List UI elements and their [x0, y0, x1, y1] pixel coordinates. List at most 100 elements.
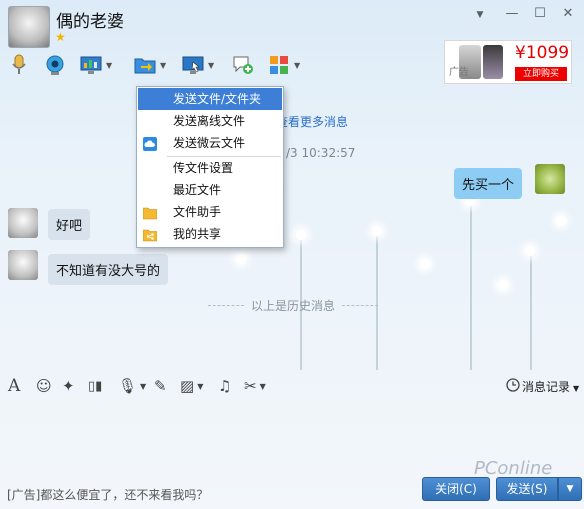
- message-bubble[interactable]: 不知道有没大号的: [48, 254, 169, 285]
- menu-item-label: 传文件设置: [173, 161, 234, 175]
- folder-icon: [142, 205, 158, 220]
- chat-add-icon: [232, 54, 254, 76]
- menu-item-label: 发送离线文件: [173, 114, 246, 128]
- flower-decoration: [498, 280, 508, 290]
- chevron-down-icon: ▼: [140, 381, 147, 391]
- minimize-icon: —: [505, 6, 519, 21]
- menu-item-send-file-folder[interactable]: 发送文件/文件夹: [138, 88, 282, 110]
- image-button[interactable]: ▨ ▼: [180, 376, 203, 396]
- message-record-label: 消息记录: [522, 380, 571, 394]
- chat-toolbar: [0, 50, 440, 80]
- close-button[interactable]: 关闭(C): [422, 477, 490, 501]
- contact-message-avatar[interactable]: [8, 208, 38, 238]
- menu-item-send-offline-file[interactable]: 发送离线文件: [138, 110, 282, 132]
- contact-name[interactable]: 偶的老婆: [56, 7, 124, 32]
- send-file-button[interactable]: ▼: [134, 52, 166, 78]
- menu-item-label: 发送文件/文件夹: [173, 92, 262, 106]
- skin-dropdown-button[interactable]: ▼: [470, 6, 490, 22]
- music-button[interactable]: ♫: [218, 376, 231, 396]
- message-bubble[interactable]: 好吧: [48, 209, 91, 240]
- image-icon: ▨: [180, 377, 195, 395]
- chevron-down-icon: ▼: [208, 60, 215, 70]
- footer-ad-link[interactable]: [广告]都这么便宜了，还不来看我吗？: [7, 486, 208, 503]
- microphone-icon: [8, 54, 30, 76]
- view-more-messages-link[interactable]: 查看更多消息: [276, 113, 348, 130]
- send-file-menu: 发送文件/文件夹 发送离线文件 发送微云文件 传文件设置 最近文件 文件助手 我…: [136, 86, 284, 248]
- watermark: PConline: [474, 458, 553, 479]
- ad-phone-image: [483, 45, 503, 79]
- screenshot-edit-button[interactable]: ✎: [154, 376, 167, 396]
- menu-item-file-assistant[interactable]: 文件助手: [138, 201, 282, 223]
- edit-icon: ✎: [154, 377, 167, 395]
- film-icon: ▯▮: [88, 378, 103, 394]
- folder-arrow-icon: [134, 54, 156, 76]
- menu-item-recent-files[interactable]: 最近文件: [138, 179, 282, 201]
- star-icon[interactable]: ★: [55, 30, 66, 44]
- chevron-down-icon: ▼: [566, 484, 574, 494]
- menu-item-send-weiyun-file[interactable]: 发送微云文件: [138, 132, 282, 154]
- ad-price: ¥1099: [515, 43, 570, 63]
- menu-item-file-settings[interactable]: 传文件设置: [138, 157, 282, 179]
- remote-desktop-button[interactable]: ▼: [80, 52, 112, 78]
- ad-banner[interactable]: 广告 ¥1099 立即购买: [444, 40, 572, 84]
- scissors-icon: ✂: [244, 377, 257, 395]
- chevron-down-icon: ▼: [106, 60, 113, 70]
- shake-icon: ✦: [62, 377, 75, 395]
- my-avatar[interactable]: [535, 164, 565, 194]
- message-bubble[interactable]: 先买一个: [454, 168, 523, 199]
- smiley-icon: ☺: [36, 377, 52, 395]
- clock-icon[interactable]: [506, 378, 520, 395]
- flower-decoration: [296, 230, 306, 240]
- flower-decoration: [236, 254, 246, 264]
- share-folder-icon: [142, 227, 158, 242]
- flower-stem: [470, 204, 472, 370]
- create-discussion-button[interactable]: [232, 52, 254, 78]
- emoji-button[interactable]: ☺: [36, 376, 52, 396]
- flower-decoration: [556, 216, 566, 226]
- font-button[interactable]: A: [8, 376, 20, 396]
- chat-history[interactable]: 查看更多消息 /3 10:32:57 先买一个 好吧 不知道有没大号的 以上是历…: [0, 84, 584, 370]
- voice-message-button[interactable]: 🎙 ▼: [118, 376, 146, 396]
- ad-tag: 广告: [449, 67, 469, 78]
- close-icon: ✕: [562, 6, 574, 21]
- chevron-down-icon: ▼: [573, 384, 580, 393]
- history-divider: 以上是历史消息: [208, 297, 378, 314]
- video-call-button[interactable]: [44, 52, 66, 78]
- contact-avatar[interactable]: [8, 6, 50, 48]
- screen-share-button[interactable]: ▼: [182, 52, 214, 78]
- send-options-button[interactable]: ▼: [558, 477, 582, 501]
- menu-item-label: 我的共享: [173, 227, 222, 241]
- menu-item-label: 发送微云文件: [173, 136, 246, 150]
- message-record-button[interactable]: 消息记录 ▼: [522, 378, 579, 395]
- flower-decoration: [420, 259, 430, 269]
- flower-decoration: [525, 246, 535, 256]
- close-window-button[interactable]: ✕: [558, 6, 578, 22]
- font-icon: A: [8, 376, 21, 396]
- chevron-down-icon: ▼: [476, 10, 484, 20]
- maximize-button[interactable]: ☐: [530, 6, 550, 22]
- cloud-icon: [143, 136, 157, 151]
- music-note-icon: ♫: [218, 377, 232, 395]
- screen-share-icon: [182, 54, 204, 76]
- contact-message-avatar[interactable]: [8, 250, 38, 280]
- gif-button[interactable]: ▯▮: [88, 376, 102, 396]
- minimize-button[interactable]: —: [502, 6, 522, 22]
- shake-button[interactable]: ✦: [62, 376, 75, 396]
- ad-buy-button[interactable]: 立即购买: [515, 67, 567, 81]
- menu-item-my-share[interactable]: 我的共享: [138, 223, 282, 245]
- send-button[interactable]: 发送(S): [496, 477, 558, 501]
- apps-button[interactable]: ▼: [268, 52, 300, 78]
- webcam-icon: [44, 54, 66, 76]
- flower-stem: [530, 254, 532, 370]
- maximize-icon: ☐: [534, 6, 546, 21]
- menu-item-label: 文件助手: [173, 205, 222, 219]
- voice-call-button[interactable]: [8, 52, 30, 78]
- history-divider-label: 以上是历史消息: [250, 299, 335, 313]
- screenshot-button[interactable]: ✂ ▼: [244, 376, 266, 396]
- chevron-down-icon: ▼: [160, 60, 167, 70]
- flower-decoration: [372, 226, 382, 236]
- monitor-icon: [80, 54, 102, 76]
- chevron-down-icon: ▼: [259, 381, 266, 391]
- microphone-icon: 🎙: [118, 377, 138, 395]
- message-timestamp: /3 10:32:57: [286, 146, 356, 160]
